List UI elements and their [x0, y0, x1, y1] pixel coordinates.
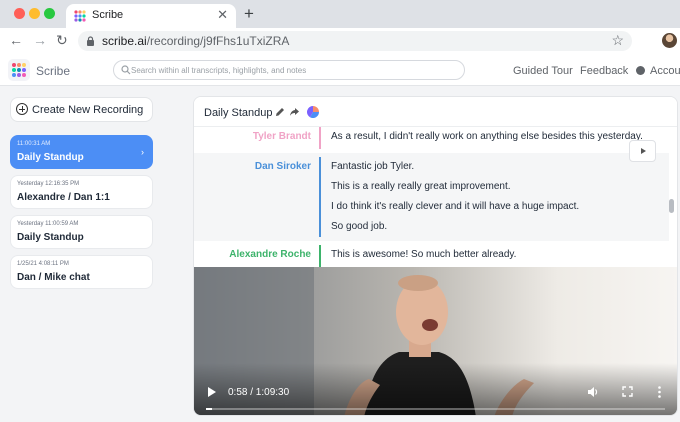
transcript-row-tyler[interactable]: Tyler Brandt As a result, I didn't reall… [194, 127, 669, 153]
recording-item-alexandre-dan[interactable]: Yesterday 12:16:35 PM Alexandre / Dan 1:… [10, 175, 153, 209]
back-arrow-icon[interactable]: ← [9, 32, 23, 48]
browser-toolbar: ← → ↻ scribe.ai/recording/j9fFhs1uTxiZRA… [0, 28, 680, 73]
pencil-edit-icon[interactable] [275, 107, 285, 117]
recording-time: Yesterday 12:16:35 PM [17, 181, 80, 187]
lock-icon [87, 36, 94, 46]
recording-item-daily-standup-today[interactable]: 11:00:31 AM Daily Standup › [10, 135, 153, 169]
url-text: scribe.ai/recording/j9fFhs1uTxiZRA [102, 34, 290, 48]
browser-tab[interactable]: Scribe ✕ [66, 4, 236, 28]
speaker-name: Dan Siroker [254, 161, 311, 172]
recording-title: Daily Standup [204, 107, 273, 119]
forward-arrow-icon[interactable]: → [33, 32, 47, 48]
video-progress-fill [206, 408, 213, 410]
utterance[interactable]: So good job. [331, 221, 387, 232]
reload-icon[interactable]: ↻ [56, 32, 68, 49]
feedback-link[interactable]: Feedback [580, 65, 628, 77]
speaker-pie-chart-icon[interactable] [307, 106, 319, 118]
transcript-scrollbar[interactable] [669, 199, 674, 213]
tab-title: Scribe [92, 9, 124, 21]
fullscreen-icon[interactable] [622, 386, 633, 397]
more-options-icon[interactable] [658, 386, 661, 398]
recording-header: Daily Standup [194, 97, 677, 127]
create-recording-label: Create New Recording [32, 104, 144, 116]
speaker-color-bar [319, 127, 321, 149]
recording-time: 1/25/21 4:08:11 PM [17, 261, 69, 267]
tab-close-icon[interactable]: ✕ [217, 7, 228, 23]
search-input[interactable] [131, 61, 461, 79]
logo-dot [17, 63, 21, 67]
recording-title: Daily Standup [17, 232, 84, 243]
transcript-row-dan[interactable]: Dan Siroker Fantastic job Tyler. This is… [194, 153, 669, 241]
video-progress-track[interactable] [206, 408, 665, 410]
main-area: Create New Recording 11:00:31 AM Daily S… [0, 86, 680, 422]
share-arrow-icon[interactable] [289, 107, 300, 117]
recording-item-dan-mike[interactable]: 1/25/21 4:08:11 PM Dan / Mike chat [10, 255, 153, 289]
recording-panel: Daily Standup Tyler Brandt As a result, … [193, 96, 678, 416]
video-play-icon[interactable] [208, 387, 216, 397]
app-header: Scribe Guided Tour Feedback Account [0, 54, 680, 86]
recording-title: Alexandre / Dan 1:1 [17, 192, 110, 203]
window-zoom-button[interactable] [44, 8, 55, 19]
logo-dot [12, 63, 16, 67]
account-icon[interactable] [636, 66, 645, 75]
speaker-color-bar [319, 157, 321, 237]
utterance[interactable]: This is a really really great improvemen… [331, 181, 511, 192]
account-link[interactable]: Account [650, 65, 680, 77]
plus-circle-icon [16, 103, 28, 115]
logo-dot [17, 68, 21, 72]
browser-profile-avatar[interactable] [662, 33, 677, 48]
window-close-button[interactable] [14, 8, 25, 19]
search-box[interactable] [113, 60, 465, 80]
logo-dot [22, 68, 26, 72]
recording-title: Daily Standup [17, 152, 84, 163]
logo-dot [12, 73, 16, 77]
logo-dot [12, 68, 16, 72]
utterance[interactable]: Fantastic job Tyler. [331, 161, 414, 172]
recording-time: Yesterday 11:00:59 AM [17, 221, 79, 227]
video-time: 0:58 / 1:09:30 [228, 387, 290, 398]
utterance[interactable]: I do think it's really clever and it wil… [331, 201, 579, 212]
recording-item-daily-standup-yesterday[interactable]: Yesterday 11:00:59 AM Daily Standup [10, 215, 153, 249]
create-recording-button[interactable]: Create New Recording [10, 97, 153, 122]
utterance[interactable]: As a result, I didn't really work on any… [331, 131, 643, 142]
scribe-logo[interactable] [8, 59, 30, 81]
speaker-color-bar [319, 245, 321, 267]
logo-dot [17, 73, 21, 77]
search-icon [121, 65, 131, 75]
new-tab-icon[interactable]: + [244, 4, 254, 24]
browser-tab-bar: Scribe ✕ + [0, 0, 680, 28]
speaker-name: Tyler Brandt [252, 131, 311, 142]
scribe-favicon-icon [74, 10, 86, 22]
app-name: Scribe [36, 64, 71, 78]
play-from-here-button[interactable] [629, 140, 656, 162]
volume-icon[interactable] [587, 386, 599, 398]
guided-tour-link[interactable]: Guided Tour [513, 65, 573, 77]
logo-dot [22, 63, 26, 67]
speaker-name: Alexandre Roche [229, 249, 311, 260]
chevron-right-icon: › [141, 147, 144, 157]
bookmark-star-icon[interactable]: ☆ [611, 32, 624, 49]
recording-title: Dan / Mike chat [17, 272, 90, 283]
logo-dot [22, 73, 26, 77]
address-bar[interactable]: scribe.ai/recording/j9fFhs1uTxiZRA ☆ [78, 31, 632, 51]
window-minimize-button[interactable] [29, 8, 40, 19]
logo-dots [12, 63, 26, 77]
video-player[interactable]: 0:58 / 1:09:30 [194, 267, 677, 415]
recording-time: 11:00:31 AM [17, 141, 51, 147]
utterance[interactable]: This is awesome! So much better already. [331, 249, 516, 260]
